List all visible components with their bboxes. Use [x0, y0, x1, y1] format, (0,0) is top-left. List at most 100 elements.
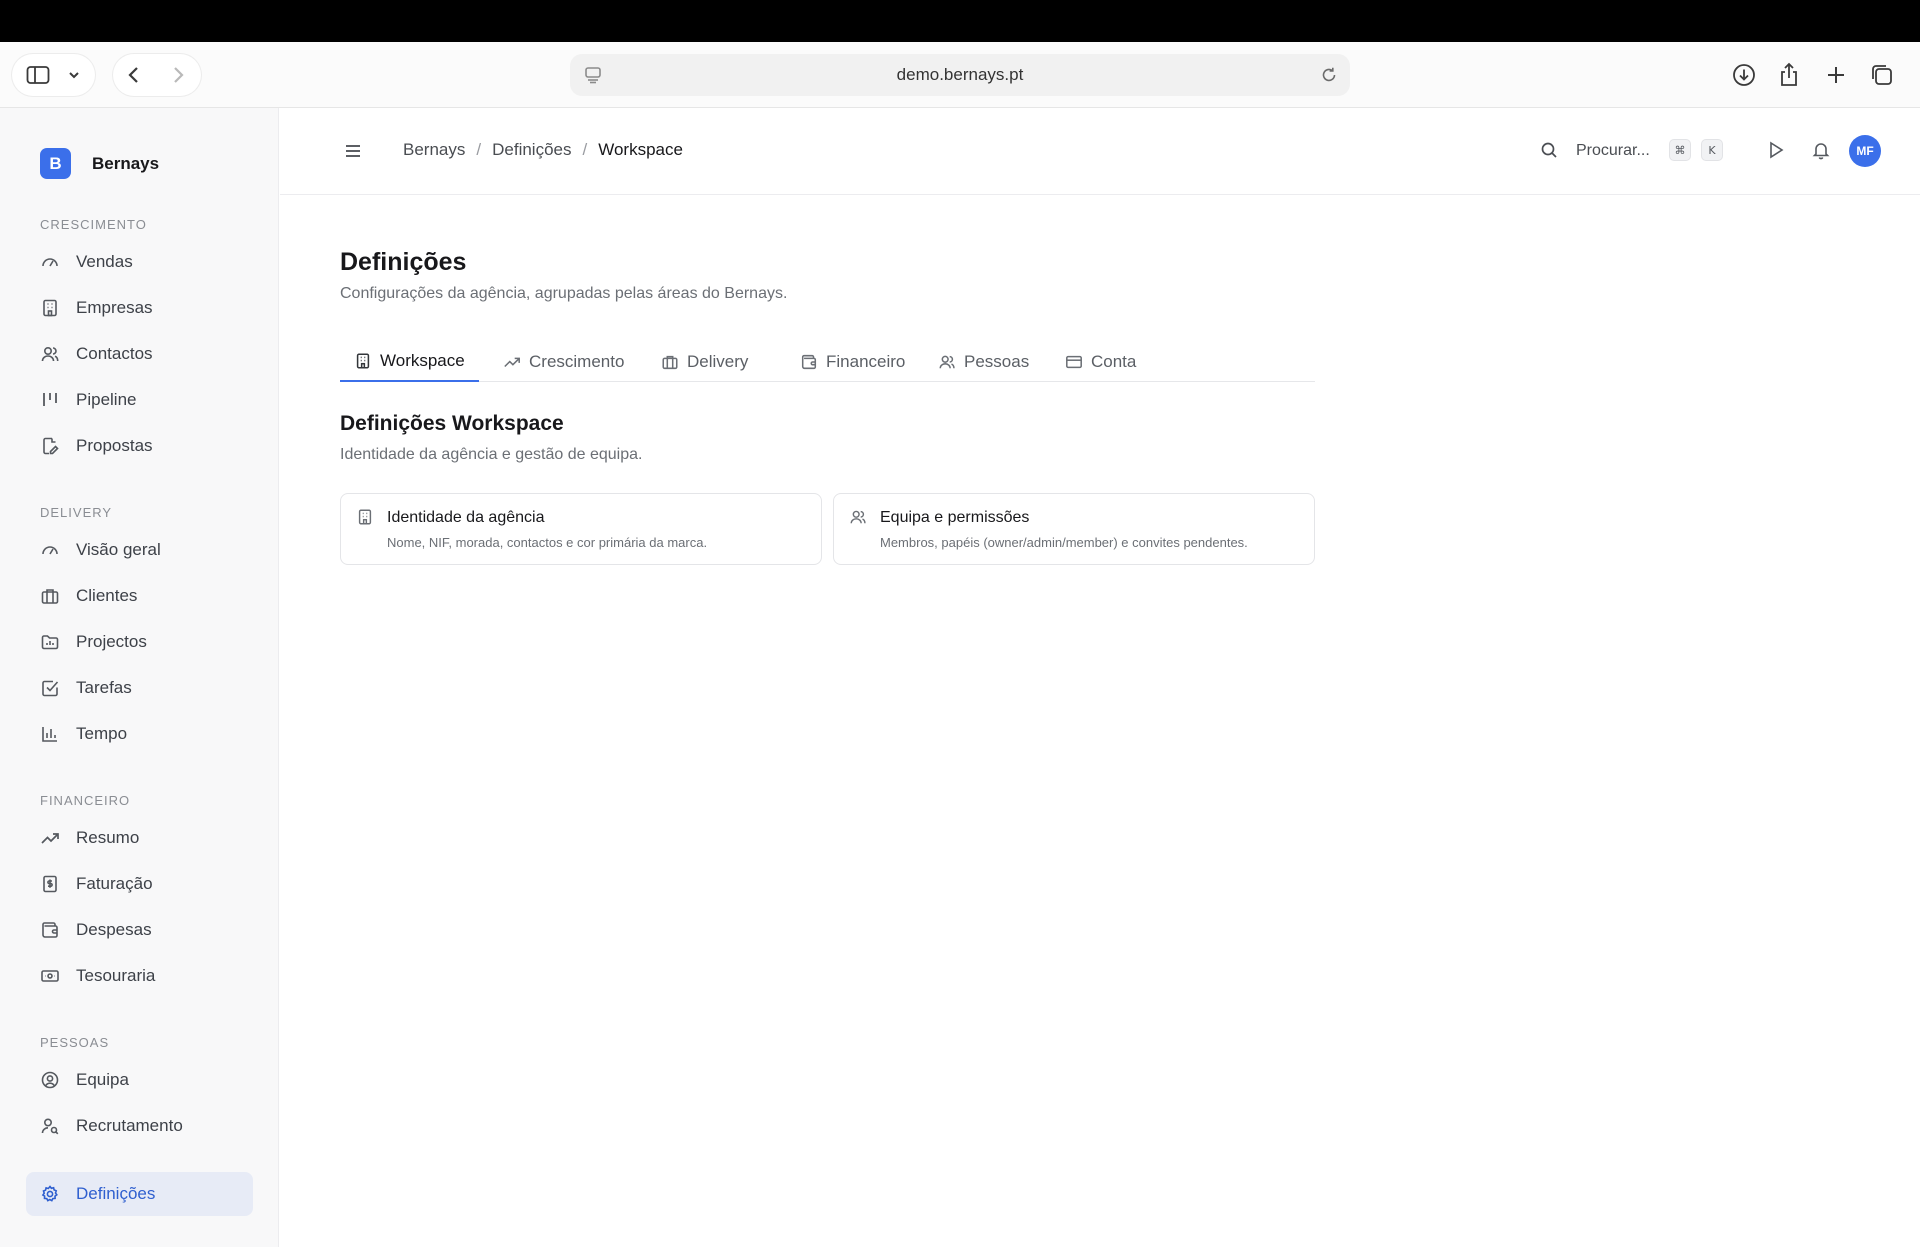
tab-delivery[interactable]: Delivery [647, 342, 762, 382]
sidebar-item-empresas[interactable]: Empresas [26, 286, 253, 330]
card-title: Identidade da agência [387, 509, 545, 526]
user-search-icon [40, 1116, 60, 1136]
sidebar-item-recrutamento[interactable]: Recrutamento [26, 1104, 253, 1148]
building-icon [354, 352, 372, 370]
shortcut-key-k: K [1701, 139, 1723, 161]
breadcrumb-separator: / [582, 140, 588, 159]
user-circle-icon [40, 1070, 60, 1090]
tab-label: Conta [1091, 352, 1137, 371]
sidebar-item-label: Vendas [76, 252, 133, 271]
users-icon [849, 508, 867, 526]
breadcrumb: Bernays / Definições / Workspace [403, 140, 683, 160]
tab-label: Workspace [380, 351, 465, 370]
tab-label: Delivery [687, 352, 749, 371]
brand[interactable]: B Bernays [40, 148, 159, 179]
file-edit-icon [40, 436, 60, 456]
hamburger-menu-icon[interactable] [342, 140, 364, 162]
sidebar-item-faturacao[interactable]: Faturação [26, 862, 253, 906]
download-icon[interactable] [1728, 54, 1760, 96]
back-arrow-icon[interactable] [118, 54, 150, 96]
breadcrumb-item[interactable]: Bernays [403, 140, 465, 160]
sidebar-item-label: Empresas [76, 298, 153, 317]
sidebar-item-resumo[interactable]: Resumo [26, 816, 253, 860]
sidebar-item-label: Contactos [76, 344, 153, 363]
trending-up-icon [40, 828, 60, 848]
tab-overview-icon[interactable] [1866, 54, 1898, 96]
receipt-icon [40, 874, 60, 894]
play-icon[interactable] [1766, 140, 1788, 162]
address-bar[interactable]: demo.bernays.pt [570, 54, 1350, 96]
settings-tabs: Workspace Crescimento Delivery Financeir… [340, 342, 1315, 382]
sidebar-item-tesouraria[interactable]: Tesouraria [26, 954, 253, 998]
sidebar-item-label: Tempo [76, 724, 128, 743]
section-title-financeiro: FINANCEIRO [40, 793, 131, 808]
tab-financeiro[interactable]: Financeiro [786, 342, 919, 382]
breadcrumb-item[interactable]: Definições [492, 140, 571, 160]
sidebar-item-label: Equipa [76, 1070, 129, 1089]
search-trigger[interactable]: Procurar... [1576, 140, 1650, 162]
chevron-down-icon[interactable] [62, 54, 86, 96]
new-tab-icon[interactable] [1820, 54, 1852, 96]
url-text: demo.bernays.pt [896, 65, 1024, 84]
wallet-icon [40, 920, 60, 940]
wallet-icon [800, 353, 818, 371]
tab-label: Crescimento [529, 352, 625, 371]
tab-workspace[interactable]: Workspace [340, 342, 479, 382]
sidebar-item-label: Resumo [76, 828, 140, 847]
sidebar-item-propostas[interactable]: Propostas [26, 424, 253, 468]
sidebar-item-label: Projectos [76, 632, 147, 651]
sidebar-item-projectos[interactable]: Projectos [26, 620, 253, 664]
sidebar-item-visao-geral[interactable]: Visão geral [26, 528, 253, 572]
card-equipa-permissoes[interactable]: Equipa e permissões Membros, papéis (own… [833, 493, 1315, 565]
sidebar-item-pipeline[interactable]: Pipeline [26, 378, 253, 422]
sidebar-item-label: Definições [76, 1184, 156, 1203]
folder-chart-icon [40, 632, 60, 652]
sidebar: B Bernays CRESCIMENTO Vendas Empresas Co… [0, 108, 279, 1247]
sidebar-item-label: Pipeline [76, 390, 137, 409]
card-description: Nome, NIF, morada, contactos e cor primá… [387, 535, 708, 550]
top-bezel [0, 0, 1920, 42]
shortcut-key-cmd: ⌘ [1669, 139, 1691, 161]
sidebar-item-tarefas[interactable]: Tarefas [26, 666, 253, 710]
sidebar-item-vendas[interactable]: Vendas [26, 240, 253, 284]
building-icon [40, 298, 60, 318]
sidebar-item-clientes[interactable]: Clientes [26, 574, 253, 618]
browser-toolbar: demo.bernays.pt [0, 42, 1920, 108]
building-icon [356, 508, 374, 526]
check-square-icon [40, 678, 60, 698]
section-title-delivery: DELIVERY [40, 505, 113, 520]
forward-arrow-icon[interactable] [162, 54, 194, 96]
bell-icon[interactable] [1811, 140, 1833, 162]
app-header: Bernays / Definições / Workspace Procura… [280, 108, 1920, 195]
search-icon[interactable] [1539, 140, 1561, 162]
reload-icon[interactable] [1320, 66, 1338, 84]
tab-label: Pessoas [964, 352, 1030, 371]
avatar[interactable]: MF [1849, 135, 1881, 167]
sidebar-item-definicoes[interactable]: Definições [26, 1172, 253, 1216]
card-identidade-agencia[interactable]: Identidade da agência Nome, NIF, morada,… [340, 493, 822, 565]
sidebar-toggle-icon[interactable] [22, 54, 54, 96]
sidebar-item-equipa[interactable]: Equipa [26, 1058, 253, 1102]
tab-conta[interactable]: Conta [1051, 342, 1150, 382]
tab-pessoas[interactable]: Pessoas [924, 342, 1043, 382]
sidebar-item-despesas[interactable]: Despesas [26, 908, 253, 952]
sidebar-item-label: Visão geral [76, 540, 161, 559]
briefcase-icon [661, 353, 679, 371]
card-description: Membros, papéis (owner/admin/member) e c… [880, 535, 1248, 550]
gauge-icon [40, 252, 60, 272]
breadcrumb-current: Workspace [598, 140, 683, 159]
brand-name: Bernays [92, 153, 160, 173]
sidebar-item-contactos[interactable]: Contactos [26, 332, 253, 376]
share-icon[interactable] [1773, 54, 1805, 96]
bar-chart-icon [40, 724, 60, 744]
brand-logo: B [40, 148, 71, 179]
section-title-crescimento: CRESCIMENTO [40, 217, 147, 232]
page-subtitle: Configurações da agência, agrupadas pela… [340, 285, 788, 302]
tab-crescimento[interactable]: Crescimento [489, 342, 638, 382]
breadcrumb-separator: / [476, 140, 482, 159]
card-title: Equipa e permissões [880, 509, 1030, 526]
sidebar-item-tempo[interactable]: Tempo [26, 712, 253, 756]
banknote-icon [40, 966, 60, 986]
sidebar-item-label: Faturação [76, 874, 153, 893]
kanban-icon [40, 390, 60, 410]
